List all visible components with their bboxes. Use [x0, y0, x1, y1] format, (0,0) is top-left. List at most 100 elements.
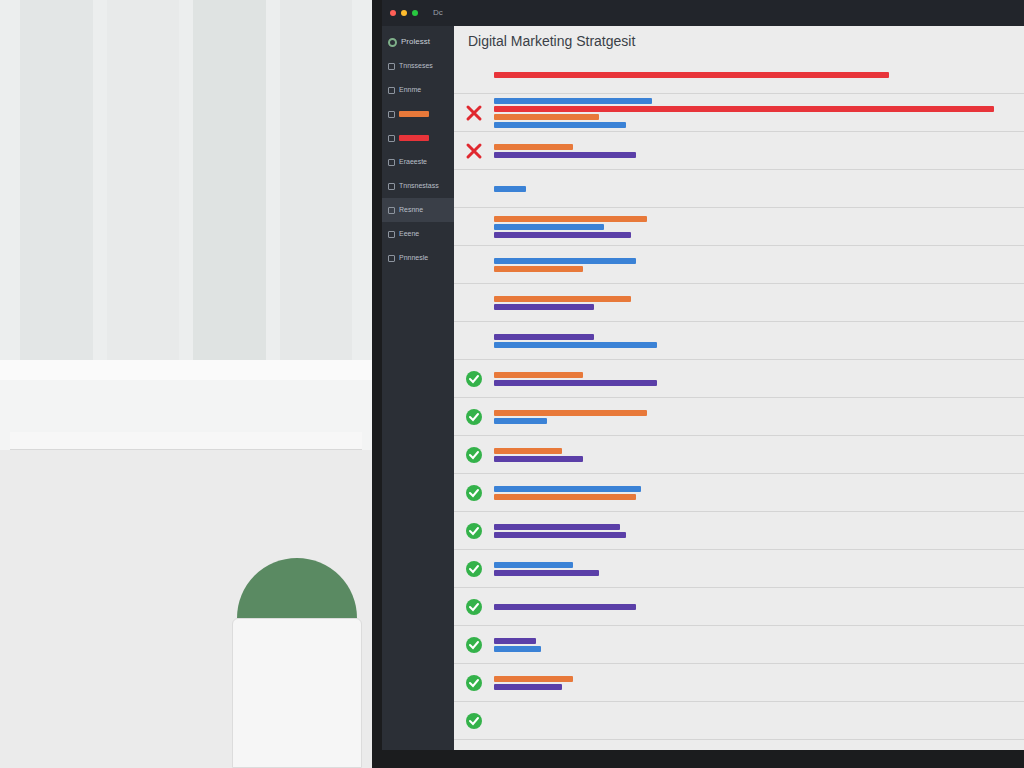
check-icon: [454, 436, 494, 473]
sidebar-label: Tnnsnestass: [399, 181, 439, 192]
bar-group: [494, 98, 1024, 128]
bar-group: [494, 486, 1024, 500]
sidebar-label: Resnne: [399, 205, 423, 216]
cross-icon: [454, 132, 494, 169]
sidebar-item[interactable]: Pnnnesle: [382, 246, 454, 270]
cross-icon: [454, 94, 494, 131]
bar-track: [494, 494, 1020, 500]
bar-track: [494, 342, 1020, 348]
bar-color: [494, 342, 657, 348]
bar: [494, 524, 620, 530]
bar: [494, 296, 631, 302]
check-icon: [454, 626, 494, 663]
check-icon: [454, 588, 494, 625]
bar-track: [494, 258, 1020, 264]
bar-track: [494, 152, 1020, 158]
main-panel: Digital Marketing Stratgesit: [454, 26, 1024, 750]
blank-icon: [454, 170, 494, 207]
bar-group: [494, 334, 1024, 348]
chart-row: [454, 626, 1024, 664]
bar-track: [494, 676, 1020, 682]
item-content: [399, 135, 429, 141]
bar: [494, 342, 657, 348]
sidebar-item[interactable]: Tnnsnestass: [382, 174, 454, 198]
bar-track: [494, 486, 1020, 492]
bar-track: [494, 456, 1020, 462]
bar-color: [494, 380, 657, 386]
bar-color: [494, 638, 536, 644]
bar-track: [494, 524, 1020, 530]
sidebar-item[interactable]: Tnnsseses: [382, 54, 454, 78]
bar-color: [494, 304, 594, 310]
bar: [494, 418, 547, 424]
bar-group: [494, 524, 1024, 538]
bar-track: [494, 224, 1020, 230]
sidebar-item[interactable]: Resnne: [382, 198, 454, 222]
bar-color: [494, 72, 889, 78]
bar-group: [494, 186, 1024, 192]
bar-track: [494, 266, 1020, 272]
maximize-button[interactable]: [412, 10, 418, 16]
chart-row: [454, 512, 1024, 550]
bar-track: [494, 216, 1020, 222]
bar: [494, 456, 583, 462]
bar-track: [494, 380, 1020, 386]
bar-track: [494, 98, 1020, 104]
check-icon: [454, 664, 494, 701]
bar: [494, 372, 583, 378]
bar-color: [494, 524, 620, 530]
bar-color: [494, 224, 604, 230]
bar-track: [494, 410, 1020, 416]
bar-color: [494, 410, 647, 416]
item-content: [399, 111, 429, 117]
bar-color: [494, 266, 583, 272]
bar: [494, 122, 626, 128]
bar-color: [494, 216, 647, 222]
desk: [0, 380, 372, 450]
bar: [494, 144, 573, 150]
bar-track: [494, 114, 1020, 120]
bar: [494, 186, 526, 192]
sidebar-item[interactable]: Eeene: [382, 222, 454, 246]
screen: Dc ProlesstTnnssesesEnnmeEraeesteTnnsnes…: [382, 0, 1024, 750]
bar-color: [494, 676, 573, 682]
bar: [494, 334, 594, 340]
sidebar-item[interactable]: Ennme: [382, 78, 454, 102]
bar-group: [494, 676, 1024, 690]
sidebar-item[interactable]: [382, 126, 454, 150]
bar-track: [494, 448, 1020, 454]
chart-row: [454, 398, 1024, 436]
bar-track: [494, 144, 1020, 150]
chart-row: [454, 94, 1024, 132]
bar: [494, 258, 636, 264]
bar: [494, 224, 604, 230]
bar-color: [494, 562, 573, 568]
bar-color: [494, 532, 626, 538]
sidebar-item[interactable]: [382, 102, 454, 126]
chart: [454, 56, 1024, 740]
bar-track: [494, 562, 1020, 568]
bar-track: [494, 304, 1020, 310]
bar-color: [494, 486, 641, 492]
chart-row: [454, 702, 1024, 740]
bar-track: [494, 72, 1020, 78]
sidebar-item[interactable]: Eraeeste: [382, 150, 454, 174]
bar: [494, 532, 626, 538]
bar: [494, 232, 631, 238]
bar-track: [494, 296, 1020, 302]
bar: [494, 684, 562, 690]
item-content: Eraeeste: [399, 157, 427, 168]
minimize-button[interactable]: [401, 10, 407, 16]
bar-color: [494, 684, 562, 690]
page-icon: [388, 87, 395, 94]
chart-row: [454, 360, 1024, 398]
color-tag: [399, 135, 429, 141]
bar: [494, 646, 541, 652]
close-button[interactable]: [390, 10, 396, 16]
bar-group: [494, 448, 1024, 462]
page-icon: [388, 111, 395, 118]
bar: [494, 216, 647, 222]
bar-color: [494, 106, 994, 112]
bar: [494, 604, 636, 610]
title-bar: Dc: [382, 0, 1024, 26]
